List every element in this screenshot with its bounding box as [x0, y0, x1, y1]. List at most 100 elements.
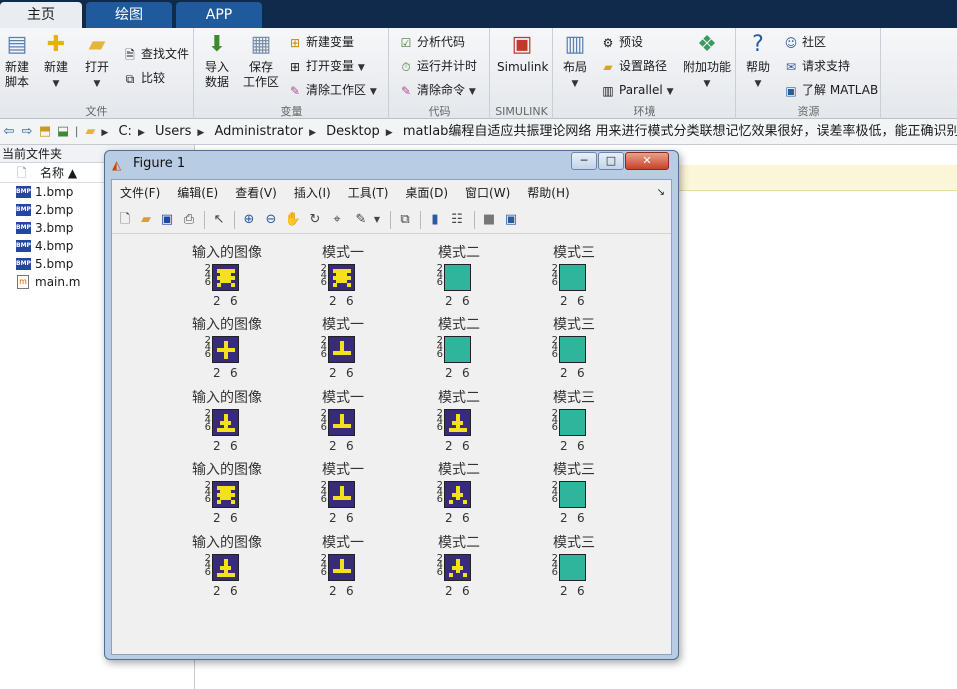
- pattern-pixel: [336, 279, 348, 284]
- new-figure-icon[interactable]: 🗋: [116, 211, 134, 229]
- pointer-icon[interactable]: ↖: [210, 211, 228, 229]
- browse-folder-icon[interactable]: ⬓: [54, 119, 72, 144]
- breadcrumb-c-drive[interactable]: C:: [114, 119, 135, 144]
- breadcrumb-administrator[interactable]: Administrator: [210, 119, 307, 144]
- import-data-button[interactable]: ⬇ 导入 数据: [201, 32, 233, 90]
- subplot-2-3[interactable]: 模式二 2 4 6 2 6: [404, 317, 514, 389]
- legend-icon[interactable]: ☷: [448, 211, 466, 229]
- subplot-4-4[interactable]: 模式三 2 4 6 2 6: [519, 462, 629, 534]
- x-tick-label: 2: [560, 439, 568, 453]
- pattern-pixel: [216, 499, 221, 504]
- subplot-4-3[interactable]: 模式二 2 4 6 2 6: [404, 462, 514, 534]
- analyze-code-button[interactable]: ☑ 分析代码: [398, 32, 465, 52]
- file-name: main.m: [35, 275, 81, 289]
- subplot-3-4[interactable]: 模式三 2 4 6 2 6: [519, 390, 629, 462]
- print-icon[interactable]: ⎙: [180, 211, 198, 229]
- new-variable-button[interactable]: ⊞ 新建变量: [287, 32, 354, 52]
- subplot-5-1[interactable]: 输入的图像 2 4 6 2 6: [172, 535, 282, 607]
- pan-hand-icon[interactable]: ✋: [284, 211, 302, 229]
- chevron-down-icon[interactable]: ▼: [368, 211, 386, 229]
- close-button[interactable]: ✕: [625, 152, 669, 170]
- subplot-2-4[interactable]: 模式三 2 4 6 2 6: [519, 317, 629, 389]
- maximize-button[interactable]: □: [598, 152, 624, 170]
- minimize-button[interactable]: ─: [571, 152, 597, 170]
- request-support-button[interactable]: ✉ 请求支持: [783, 56, 850, 76]
- compare-button[interactable]: ⧉ 比较: [122, 68, 165, 88]
- subplot-2-2[interactable]: 模式一 2 4 6 2 6: [288, 317, 398, 389]
- new-button[interactable]: ✚ 新建 ▼: [40, 32, 72, 92]
- menu-view[interactable]: 查看(V): [227, 180, 286, 206]
- name-column-header[interactable]: 名称 ▲: [40, 163, 77, 183]
- up-folder-icon[interactable]: ⬒: [36, 119, 54, 144]
- run-and-time-button[interactable]: ⏱ 运行并计时: [398, 56, 477, 76]
- open-variable-button[interactable]: ⊞ 打开变量 ▼: [287, 56, 365, 76]
- find-files-button[interactable]: 🗎 查找文件: [122, 44, 189, 64]
- save-icon[interactable]: ▣: [158, 211, 176, 229]
- menu-tools[interactable]: 工具(T): [340, 180, 398, 206]
- subplot-5-4[interactable]: 模式三 2 4 6 2 6: [519, 535, 629, 607]
- dock-arrow-icon[interactable]: ↘: [657, 180, 665, 206]
- tab-apps[interactable]: APP: [176, 2, 262, 28]
- bmp-file-icon: BMP: [16, 222, 31, 234]
- subplot-3-2[interactable]: 模式一 2 4 6 2 6: [288, 390, 398, 462]
- layout-button[interactable]: ▥ 布局 ▼: [560, 32, 590, 92]
- menu-desktop[interactable]: 桌面(D): [397, 180, 457, 206]
- community-button[interactable]: ☺ 社区: [783, 32, 826, 52]
- toolbar-separator: [474, 211, 475, 229]
- menu-edit[interactable]: 编辑(E): [169, 180, 227, 206]
- menu-window[interactable]: 窗口(W): [457, 180, 519, 206]
- subplot-1-3[interactable]: 模式二 2 4 6 2 6: [404, 245, 514, 317]
- subplot-4-2[interactable]: 模式一 2 4 6 2 6: [288, 462, 398, 534]
- subplot-title: 输入的图像: [192, 245, 262, 261]
- subplot-3-3[interactable]: 模式二 2 4 6 2 6: [404, 390, 514, 462]
- subplot-5-2[interactable]: 模式一 2 4 6 2 6: [288, 535, 398, 607]
- subplot-5-3[interactable]: 模式二 2 4 6 2 6: [404, 535, 514, 607]
- toolstrip-tabbar: 主页 绘图 APP: [0, 0, 957, 28]
- new-script-button[interactable]: ▤ 新建 脚本: [2, 32, 32, 90]
- back-arrow-icon[interactable]: ⇦: [0, 119, 18, 144]
- add-ons-button[interactable]: ❖ 附加功能 ▼: [682, 32, 732, 92]
- clear-commands-button[interactable]: ✎ 清除命令 ▼: [398, 80, 476, 100]
- subplot-1-4[interactable]: 模式三 2 4 6 2 6: [519, 245, 629, 317]
- file-icon: 🗋: [17, 166, 27, 180]
- hide-plot-tools-icon[interactable]: ■: [480, 211, 498, 229]
- tab-home[interactable]: 主页: [0, 2, 82, 28]
- pattern-image: [444, 264, 471, 291]
- breadcrumb-desktop[interactable]: Desktop: [322, 119, 384, 144]
- figure-window[interactable]: ◭ Figure 1 ─ □ ✕ 文件(F) 编辑(E) 查看(V) 插入(I) 工具(…: [104, 150, 679, 660]
- simulink-button[interactable]: ▣ Simulink: [497, 32, 548, 75]
- forward-arrow-icon[interactable]: ⇨: [18, 119, 36, 144]
- x-tick-label: 6: [577, 294, 585, 308]
- separator: │: [74, 128, 80, 138]
- save-workspace-label: 保存 工作区: [242, 60, 279, 89]
- colorbar-icon[interactable]: ▮: [426, 211, 444, 229]
- learn-matlab-button[interactable]: ▣ 了解 MATLAB: [783, 80, 878, 100]
- show-plot-tools-icon[interactable]: ▣: [502, 211, 520, 229]
- breadcrumb-users[interactable]: Users: [151, 119, 195, 144]
- link-plot-icon[interactable]: ⧉: [396, 211, 414, 229]
- subplot-2-1[interactable]: 输入的图像 2 4 6 2 6: [172, 317, 282, 389]
- zoom-out-icon[interactable]: ⊖: [262, 211, 280, 229]
- set-path-button[interactable]: ▰ 设置路径: [600, 56, 667, 76]
- preferences-button[interactable]: ⚙ 预设: [600, 32, 643, 52]
- save-workspace-button[interactable]: ▦ 保存 工作区: [241, 32, 281, 90]
- tab-plots[interactable]: 绘图: [86, 2, 172, 28]
- menu-help[interactable]: 帮助(H): [519, 180, 578, 206]
- parallel-button[interactable]: ▥ Parallel ▼: [600, 80, 673, 100]
- new-variable-icon: ⊞: [289, 35, 301, 50]
- breadcrumb-project-folder[interactable]: matlab编程自适应共振理论网络 用来进行模式分类联想记忆效果很好，误差率极低…: [399, 119, 957, 144]
- menu-insert[interactable]: 插入(I): [286, 180, 340, 206]
- menu-file[interactable]: 文件(F): [112, 180, 169, 206]
- pattern-pixel: [346, 282, 351, 287]
- clear-workspace-button[interactable]: ✎ 清除工作区 ▼: [287, 80, 377, 100]
- help-button[interactable]: ? 帮助 ▼: [743, 32, 773, 92]
- rotate-3d-icon[interactable]: ↻: [306, 211, 324, 229]
- open-button[interactable]: ▰ 打开 ▼: [82, 32, 112, 92]
- data-cursor-icon[interactable]: ⌖: [328, 211, 346, 229]
- open-file-icon[interactable]: ▰: [137, 211, 155, 229]
- subplot-3-1[interactable]: 输入的图像 2 4 6 2 6: [172, 390, 282, 462]
- subplot-4-1[interactable]: 输入的图像 2 4 6 2 6: [172, 462, 282, 534]
- subplot-1-1[interactable]: 输入的图像 2 4 6 2 6: [172, 245, 282, 317]
- subplot-1-2[interactable]: 模式一 2 4 6 2 6: [288, 245, 398, 317]
- zoom-in-icon[interactable]: ⊕: [240, 211, 258, 229]
